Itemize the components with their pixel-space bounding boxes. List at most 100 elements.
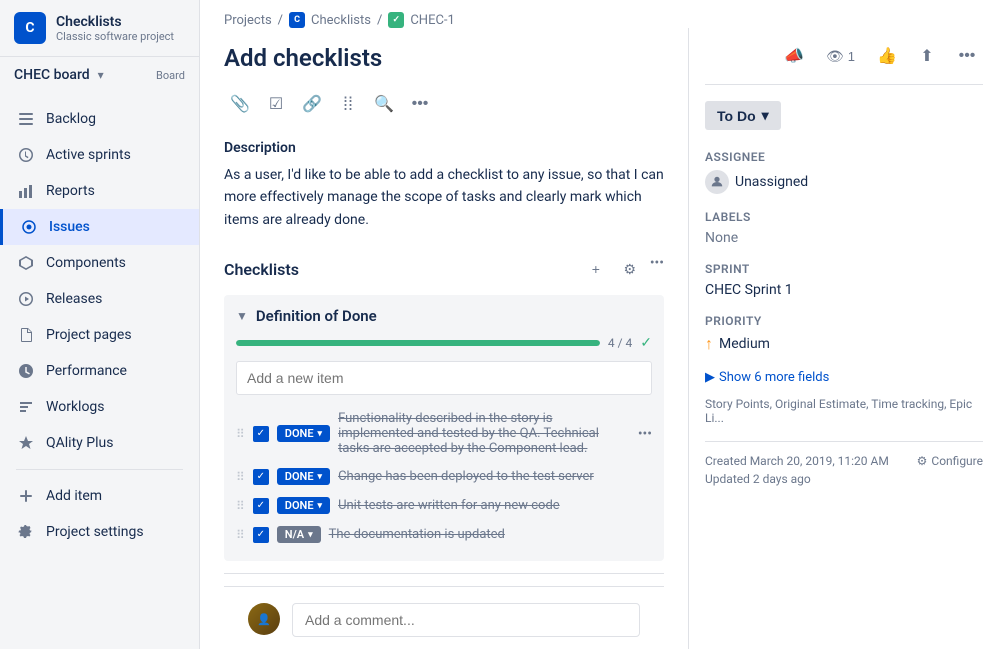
checkbox-icon[interactable]: ✓ [253, 469, 269, 485]
add-checklist-item-button[interactable]: + [582, 255, 610, 283]
drag-handle-icon[interactable]: ⠿ [236, 499, 245, 513]
show-more-fields-button[interactable]: ▶ Show 6 more fields [705, 370, 983, 385]
checklist-more-button[interactable]: ••• [650, 255, 664, 283]
sidebar-item-active-sprints[interactable]: Active sprints [0, 137, 199, 173]
labels-value[interactable]: None [705, 230, 983, 246]
checklist-item: ⠿ ✓ DONE ▾ Unit tests are written for an… [236, 491, 652, 520]
breadcrumb-sep-1: / [278, 13, 283, 28]
attach-button[interactable]: 📎 [224, 88, 256, 120]
more-toolbar-button[interactable]: ••• [404, 88, 436, 120]
assignee-label: Assignee [705, 150, 983, 164]
announce-button[interactable]: 📣 [778, 40, 810, 72]
nav-divider [16, 469, 183, 470]
progress-bar-fill [236, 340, 600, 346]
reports-icon [16, 181, 36, 201]
comment-area: 👤 [224, 586, 664, 649]
gear-icon: ⚙ [917, 454, 928, 468]
like-button[interactable]: 👍 [871, 40, 903, 72]
sidebar-item-components[interactable]: Components [0, 245, 199, 281]
board-section[interactable]: CHEC board ▾ Board [0, 57, 199, 93]
sidebar-item-add-item[interactable]: Add item [0, 478, 199, 514]
sidebar-nav: Backlog Active sprints Reports Issues Co… [0, 93, 199, 649]
chevron-right-icon: ▶ [705, 370, 715, 385]
checklist-settings-button[interactable]: ⚙ [616, 255, 644, 283]
status-badge-done-3[interactable]: DONE ▾ [277, 497, 330, 514]
checkbox-icon[interactable]: ✓ [253, 527, 269, 543]
drag-handle-icon[interactable]: ⠿ [236, 528, 245, 542]
progress-bar-wrap: 4 / 4 ✓ [236, 335, 652, 351]
status-dropdown[interactable]: To Do ▾ [705, 101, 781, 130]
sidebar-item-performance[interactable]: Performance [0, 353, 199, 389]
status-chevron-icon: ▾ [318, 501, 323, 511]
release-icon [16, 289, 36, 309]
labels-label: Labels [705, 210, 983, 224]
watch-button[interactable]: 👁 1 [818, 44, 863, 69]
status-chevron-icon: ▾ [318, 429, 323, 439]
sidebar-item-reports[interactable]: Reports [0, 173, 199, 209]
status-badge-done-2[interactable]: DONE ▾ [277, 468, 330, 485]
checklist-item: ⠿ ✓ N/A ▾ The documentation is updated [236, 520, 652, 549]
checklist-item: ⠿ ✓ DONE ▾ Change has been deployed to t… [236, 462, 652, 491]
checklist-collapse-icon[interactable]: ▼ [236, 309, 248, 323]
status-chevron-icon: ▾ [318, 472, 323, 482]
drag-handle-icon[interactable]: ⠿ [236, 427, 245, 441]
sidebar-item-quality-plus[interactable]: QAlity Plus [0, 425, 199, 461]
updated-label: Updated 2 days ago [705, 472, 983, 486]
status-label: To Do [717, 108, 756, 124]
eye-icon: 👁 [826, 48, 844, 65]
share-button[interactable]: ⬆ [911, 40, 943, 72]
item-text-2: Change has been deployed to the test ser… [338, 469, 652, 484]
users-button[interactable]: ⁞⁞ [332, 88, 364, 120]
sidebar-item-project-pages[interactable]: Project pages [0, 317, 199, 353]
assignee-name: Unassigned [735, 174, 808, 190]
priority-value[interactable]: ↑ Medium [705, 334, 983, 354]
progress-bar-bg [236, 340, 600, 346]
sidebar-item-project-settings[interactable]: Project settings [0, 514, 199, 550]
status-badge-na[interactable]: N/A ▾ [277, 526, 321, 543]
search-button[interactable]: 🔍 [368, 88, 400, 120]
add-icon [16, 486, 36, 506]
sidebar-header: C Checklists Classic software project [0, 0, 199, 57]
comment-input[interactable] [292, 603, 640, 637]
configure-label: Configure [931, 454, 983, 468]
priority-text: Medium [719, 336, 770, 352]
created-label: Created March 20, 2019, 11:20 AM [705, 454, 889, 468]
sidebar-item-backlog[interactable]: Backlog [0, 101, 199, 137]
drag-handle-icon[interactable]: ⠿ [236, 470, 245, 484]
component-icon [16, 253, 36, 273]
status-chevron-icon: ▾ [762, 107, 769, 124]
checkbox-icon[interactable]: ✓ [253, 426, 269, 442]
breadcrumb-projects[interactable]: Projects [224, 13, 272, 28]
checkbox-icon[interactable]: ✓ [253, 498, 269, 514]
sidebar-item-performance-label: Performance [46, 363, 127, 379]
more-options-button[interactable]: ••• [951, 40, 983, 72]
board-label: Board [156, 69, 185, 82]
checklists-actions: + ⚙ ••• [582, 255, 664, 283]
issue-content: Add checklists 📎 ☑ 🔗 ⁞⁞ 🔍 ••• Descriptio… [200, 28, 689, 649]
checklist-button[interactable]: ☑ [260, 88, 292, 120]
progress-text: 4 / 4 [608, 336, 632, 350]
description-label: Description [224, 140, 664, 156]
item-more-1[interactable]: ••• [638, 426, 652, 442]
user-avatar: 👤 [248, 603, 280, 635]
checklist-group: ▼ Definition of Done 4 / 4 ✓ ⠿ ✓ DONE ▾ [224, 295, 664, 561]
priority-section: Priority ↑ Medium [705, 314, 983, 354]
assignee-value[interactable]: Unassigned [705, 170, 983, 194]
main-content: Projects / C Checklists / ✓ CHEC-1 Add c… [200, 0, 999, 649]
watch-count: 1 [848, 49, 855, 64]
configure-button[interactable]: ⚙ Configure [917, 454, 983, 468]
sidebar-item-quality-plus-label: QAlity Plus [46, 435, 113, 451]
add-item-input[interactable] [236, 361, 652, 395]
sprint-value[interactable]: CHEC Sprint 1 [705, 282, 983, 298]
sidebar-item-issues[interactable]: Issues [0, 209, 199, 245]
status-badge-done-1[interactable]: DONE ▾ [277, 425, 330, 442]
priority-icon: ↑ [705, 334, 713, 354]
breadcrumb-project-icon: C [289, 12, 305, 28]
sidebar-item-releases[interactable]: Releases [0, 281, 199, 317]
breadcrumb-project[interactable]: Checklists [311, 13, 371, 28]
breadcrumb-issue-id[interactable]: CHEC-1 [410, 13, 454, 28]
description-text: As a user, I'd like to be able to add a … [224, 164, 664, 231]
labels-section: Labels None [705, 210, 983, 246]
sidebar-item-worklogs[interactable]: Worklogs [0, 389, 199, 425]
link-button[interactable]: 🔗 [296, 88, 328, 120]
